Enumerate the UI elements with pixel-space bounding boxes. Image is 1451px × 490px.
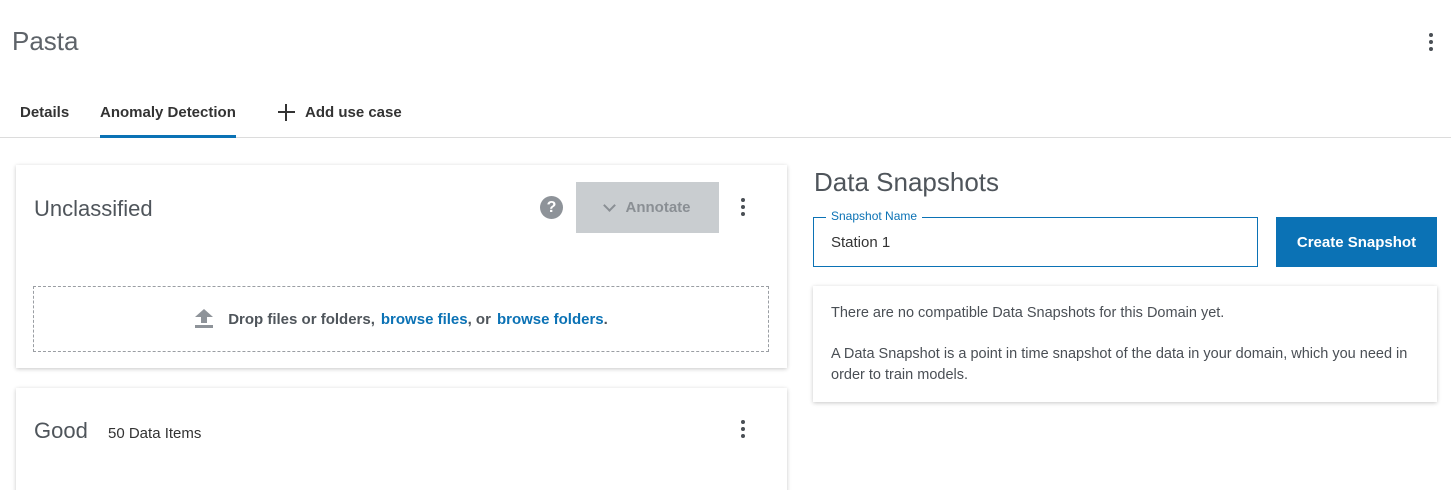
- snapshot-name-field: Snapshot Name: [813, 209, 1258, 267]
- file-dropzone[interactable]: Drop files or folders, browse files, or …: [33, 286, 769, 352]
- data-snapshots-title: Data Snapshots: [814, 167, 1000, 197]
- snapshot-description: A Data Snapshot is a point in time snaps…: [831, 346, 1408, 383]
- dropzone-separator: , or: [467, 310, 491, 328]
- create-snapshot-button[interactable]: Create Snapshot: [1276, 217, 1437, 267]
- page-title: Pasta: [12, 26, 79, 56]
- upload-icon: [194, 309, 214, 329]
- help-icon[interactable]: ?: [540, 196, 563, 219]
- browse-files-link[interactable]: browse files: [381, 311, 468, 328]
- plus-icon: [278, 104, 295, 121]
- add-use-case-label: Add use case: [305, 104, 402, 121]
- good-item-count: 50 Data Items: [108, 425, 202, 442]
- snapshots-info-card: There are no compatible Data Snapshots f…: [813, 286, 1437, 402]
- dropzone-text: Drop files or folders,: [228, 310, 375, 328]
- tab-bar: Details Anomaly Detection Add use case: [0, 88, 1451, 138]
- no-snapshots-message: There are no compatible Data Snapshots f…: [831, 305, 1225, 321]
- annotate-button[interactable]: Annotate: [576, 182, 719, 233]
- chevron-down-icon: [602, 198, 616, 212]
- header-more-menu-icon[interactable]: [1420, 30, 1442, 54]
- tab-anomaly-detection[interactable]: Anomaly Detection: [100, 88, 236, 138]
- good-more-menu-icon[interactable]: [733, 417, 753, 441]
- unclassified-title: Unclassified: [34, 196, 153, 221]
- good-card: Good 50 Data Items: [16, 388, 787, 490]
- unclassified-more-menu-icon[interactable]: [733, 195, 753, 219]
- good-title: Good: [34, 418, 88, 443]
- dropzone-period: .: [603, 310, 608, 328]
- add-use-case-button[interactable]: Add use case: [278, 88, 402, 137]
- annotate-label: Annotate: [625, 199, 691, 216]
- unclassified-card: Unclassified ? Annotate Drop files or fo…: [16, 165, 787, 368]
- tab-details[interactable]: Details: [20, 88, 69, 137]
- snapshot-name-label: Snapshot Name: [826, 209, 923, 223]
- snapshot-name-input[interactable]: [831, 232, 1231, 252]
- browse-folders-link[interactable]: browse folders: [497, 311, 604, 328]
